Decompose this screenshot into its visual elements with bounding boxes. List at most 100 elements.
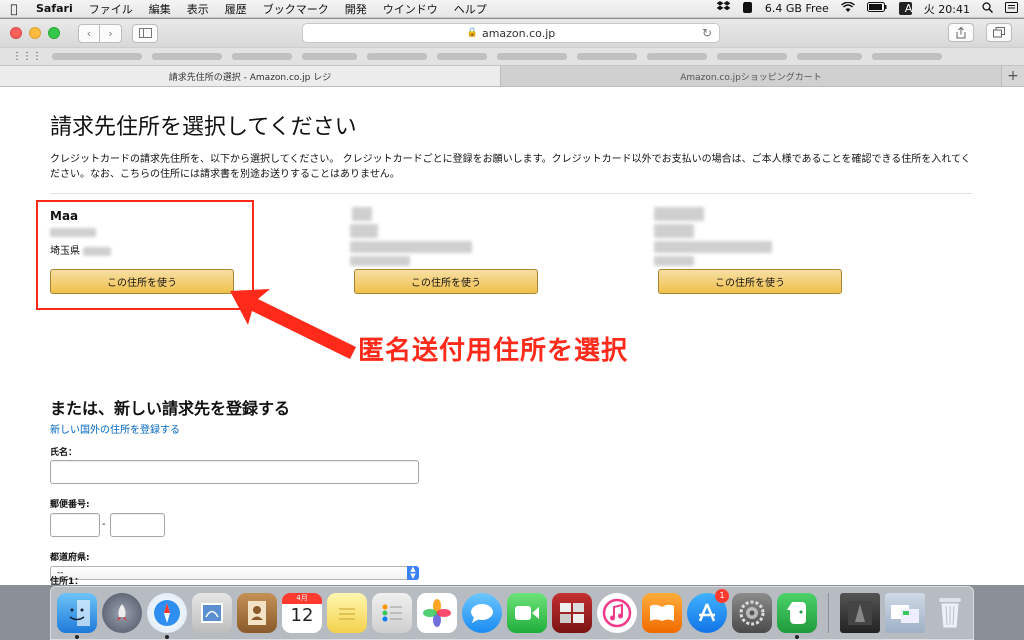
menu-view[interactable]: 表示 [179,1,217,17]
zoom-window-button[interactable] [48,27,60,39]
name-label: 氏名： [50,448,78,458]
contacts-icon[interactable] [237,593,277,633]
new-address-section-title: または、新しい請求先を登録する [50,399,291,418]
safari-compass-icon[interactable] [147,593,187,639]
back-button[interactable]: ‹ [78,23,100,43]
app-store-badge: 1 [715,589,729,603]
menu-bookmarks[interactable]: ブックマーク [255,1,337,17]
address-bar[interactable]: 🔒 amazon.co.jp ↻ [302,23,720,43]
section-divider [50,193,972,194]
favorite-item[interactable] [647,53,707,60]
itunes-icon[interactable] [597,593,637,633]
name-input[interactable] [50,460,419,484]
tabs-overview-icon [993,27,1005,38]
use-address-button-2[interactable]: この住所を使う [354,269,538,294]
menu-window[interactable]: ウインドウ [375,1,446,17]
battery-icon[interactable] [861,2,893,15]
prefecture-select[interactable]: -- ▲ ▼ [50,566,419,580]
notes-icon[interactable] [327,593,367,633]
postal-code-input-1[interactable] [50,513,100,537]
calendar-icon[interactable]: 4月 12 [282,593,322,633]
app-store-icon[interactable]: 1 [687,589,729,633]
input-source-icon[interactable]: A [893,2,918,15]
favorite-item[interactable] [52,53,142,60]
calendar-day: 12 [290,605,314,626]
dock-separator [828,593,829,633]
minimized-window-thumbnail[interactable] [840,593,880,633]
share-icon [956,26,966,38]
address1-label: 住所1： [50,577,84,585]
select-stepper-icon: ▲ ▼ [407,566,419,580]
mail-stamp-icon[interactable] [192,593,232,633]
reminders-icon[interactable] [372,593,412,633]
ibooks-icon[interactable] [642,593,682,633]
favorite-item[interactable] [797,53,862,60]
grid-icon[interactable]: ⋮⋮⋮ [12,51,42,62]
favorite-item[interactable] [232,53,292,60]
favorite-item[interactable] [152,53,222,60]
trash-icon[interactable] [930,593,970,633]
browser-toolbar: ‹ › 🔒 amazon.co.jp ↻ [0,19,1024,47]
messages-icon[interactable] [462,593,502,633]
safari-window: ‹ › 🔒 amazon.co.jp ↻ ⋮⋮⋮ 請求先住所の選択 - Amaz… [0,19,1024,585]
new-tab-button[interactable]: + [1002,66,1024,86]
postal-code-input-2[interactable] [110,513,165,537]
photo-booth-icon[interactable] [552,593,592,633]
menu-file[interactable]: ファイル [81,1,141,17]
downloads-stack-icon[interactable] [885,593,925,633]
menu-edit[interactable]: 編集 [141,1,179,17]
annotation-text: 匿名送付用住所を選択 [358,336,629,366]
reload-icon[interactable]: ↻ [702,26,712,40]
minimize-window-button[interactable] [29,27,41,39]
close-window-button[interactable] [10,27,22,39]
clock[interactable]: 火 20:41 [918,1,976,17]
favorite-item[interactable] [367,53,427,60]
favorite-item[interactable] [577,53,637,60]
menu-develop[interactable]: 開発 [337,1,375,17]
menu-bar:  Safari ファイル 編集 表示 履歴 ブックマーク 開発 ウインドウ ヘ… [0,0,1024,18]
evernote-icon[interactable] [777,593,817,639]
menu-app-safari[interactable]: Safari [28,2,81,15]
menu-history[interactable]: 履歴 [217,1,255,17]
tab-shopping-cart[interactable]: Amazon.co.jpショッピングカート [501,66,1002,86]
system-preferences-gear-icon[interactable] [732,593,772,633]
notification-center-icon[interactable] [999,1,1024,16]
spotlight-icon[interactable] [976,1,999,16]
apple-menu-icon[interactable]:  [0,2,28,16]
chevron-right-icon: › [108,26,113,40]
web-page: 請求先住所を選択してください クレジットカードの請求先住所を、以下から選択してく… [0,87,1024,585]
favorites-bar: ⋮⋮⋮ [0,47,1024,65]
address-redacted-block [654,207,854,266]
foreign-address-link[interactable]: 新しい国外の住所を登録する [50,421,180,436]
photos-icon[interactable] [417,593,457,633]
chevron-left-icon: ‹ [86,26,92,40]
prefecture-label: 都道府県: [50,553,90,563]
tab-billing-address[interactable]: 請求先住所の選択 - Amazon.co.jp レジ [0,66,501,86]
share-button[interactable] [948,23,974,42]
sidebar-toggle-button[interactable] [132,23,158,43]
annotation-highlight-box [36,200,254,310]
sidebar-icon [138,28,152,38]
show-all-tabs-button[interactable] [986,23,1012,42]
favorite-item[interactable] [872,53,942,60]
favorite-item[interactable] [497,53,567,60]
lock-icon: 🔒 [466,28,478,38]
dropbox-icon[interactable] [711,1,736,16]
launchpad-rocket-icon[interactable] [102,593,142,633]
finder-icon[interactable] [57,593,97,639]
forward-button[interactable]: › [100,23,122,43]
favorite-item[interactable] [302,53,357,60]
url-text: amazon.co.jp [481,26,556,40]
tab-bar: 請求先住所の選択 - Amazon.co.jp レジ Amazon.co.jpシ… [0,65,1024,87]
facetime-icon[interactable] [507,593,547,633]
page-description: クレジットカードの請求先住所を、以下から選択してください。 クレジットカードごと… [50,154,971,180]
favorite-item[interactable] [717,53,787,60]
favorite-item[interactable] [437,53,487,60]
use-address-button-3[interactable]: この住所を使う [658,269,842,294]
wifi-icon[interactable] [835,1,861,16]
evernote-menu-icon[interactable] [736,1,759,16]
postal-code-dash: - [102,519,106,530]
annotation-arrow [230,289,356,359]
memory-status[interactable]: 6.4 GB Free [759,2,835,15]
menu-help[interactable]: ヘルプ [446,1,495,17]
